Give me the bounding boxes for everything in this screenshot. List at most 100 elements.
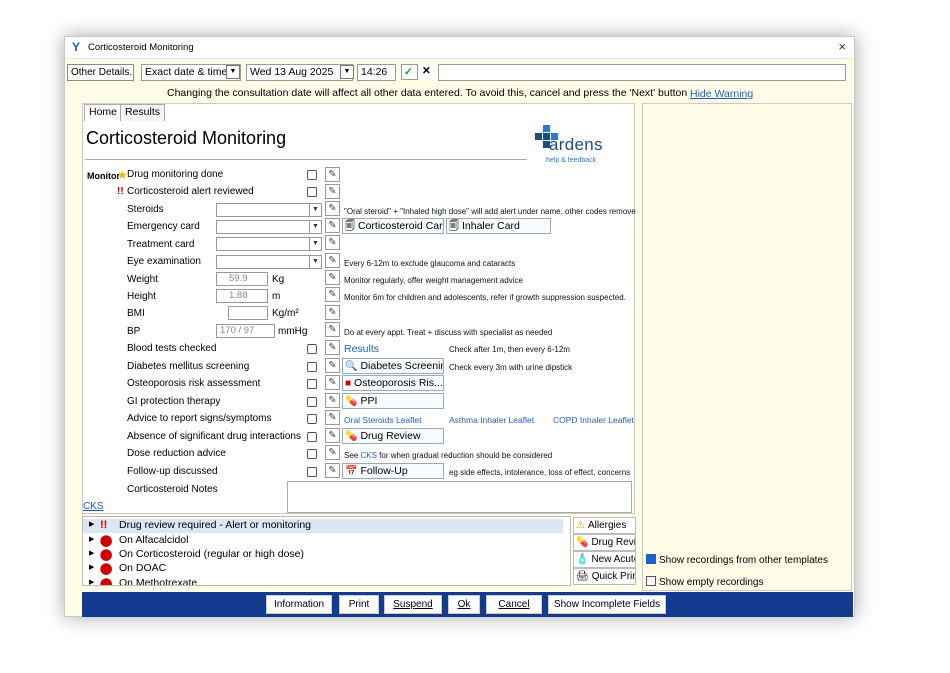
cancel-button[interactable]: Cancel [486,595,542,614]
pencil-icon[interactable]: ✎ [325,184,340,199]
drug-review-side-button[interactable]: 💊Drug Revie [573,534,636,551]
checkbox-unchecked[interactable] [646,576,656,586]
cks-link[interactable]: CKS [83,501,104,512]
bmi-input[interactable] [228,306,268,320]
eye-exam-select[interactable]: ▼ [216,255,322,269]
list-item[interactable]: ▶ ⬤ On Corticosteroid (regular or high dos… [83,548,563,562]
tab-results[interactable]: Results [120,104,166,121]
close-icon[interactable]: × [838,39,846,54]
pencil-icon[interactable]: ✎ [325,235,340,250]
dose-reduction-checkbox[interactable] [307,449,317,459]
quick-print-button[interactable]: 🖨 Quick Prin [573,568,636,585]
alerts-list[interactable]: ▶!! Drug review required - Alert or monit… [82,516,571,586]
corticosteroid-card-button[interactable]: 🗐 Corticosteroid Card [342,218,444,234]
button-label: Drug Revie [591,537,636,548]
information-button[interactable]: Information [266,595,332,614]
follow-up-button[interactable]: 📅 Follow-Up [342,463,444,479]
checkbox-checked[interactable] [646,554,656,564]
asthma-inhaler-leaflet-link[interactable]: Asthma Inhaler Leaflet [449,415,534,425]
expand-icon[interactable]: ▶ [89,549,94,557]
oral-steroids-leaflet-link[interactable]: Oral Steroids Leaflet [344,415,421,425]
pencil-icon[interactable]: ✎ [325,428,340,443]
show-empty-recordings-toggle[interactable]: Show empty recordings [646,576,764,588]
cks-inline-link[interactable]: CKS [360,451,376,460]
copd-inhaler-leaflet-link[interactable]: COPD Inhaler Leaflet [553,415,634,425]
blood-tests-checkbox[interactable] [307,344,317,354]
free-text-input[interactable] [438,64,846,81]
suspend-button[interactable]: Suspend [384,595,442,614]
osteoporosis-checkbox[interactable] [307,379,317,389]
list-item[interactable]: ▶ ⬤ On DOAC [83,562,563,576]
advice-checkbox[interactable] [307,414,317,424]
chevron-down-icon[interactable]: ▼ [226,65,240,79]
row-label: Steroids [127,204,164,215]
diabetes-screening-button[interactable]: 🔍 Diabetes Screening [342,358,444,374]
expand-icon[interactable]: ▶ [89,535,94,543]
treatment-card-select[interactable]: ▼ [216,237,322,251]
date-field[interactable]: Wed 13 Aug 2025 [246,64,353,81]
expand-icon[interactable]: ▶ [89,520,94,528]
ok-button[interactable]: Ok [448,595,480,614]
bp-unit: mmHg [278,326,308,337]
pill-icon: 💊 [576,537,589,548]
pencil-icon[interactable]: ✎ [325,218,340,233]
weight-input[interactable]: 59.9 [216,272,268,286]
pencil-icon[interactable]: ✎ [325,322,340,337]
gi-checkbox[interactable] [307,397,317,407]
pencil-icon[interactable]: ✎ [325,375,340,390]
follow-up-checkbox[interactable] [307,467,317,477]
pencil-icon[interactable]: ✎ [325,287,340,302]
diabetes-checkbox[interactable] [307,362,317,372]
cancel-date-icon[interactable]: ✕ [419,64,436,80]
alert-icon: ⬤ [100,535,113,547]
pencil-icon[interactable]: ✎ [325,340,340,355]
alert-icon: ⬤ [100,549,113,561]
pencil-icon[interactable]: ✎ [325,201,340,216]
alert-text: Drug review required - Alert or monitori… [119,519,311,531]
other-details-button[interactable]: Other Details... [67,64,134,81]
height-input[interactable]: 1.88 [216,289,268,303]
bp-input[interactable]: 170 / 97 [216,324,275,338]
pencil-icon[interactable]: ✎ [325,410,340,425]
interactions-checkbox[interactable] [307,432,317,442]
list-item[interactable]: ▶ ⬤ On Methotrexate [83,577,563,585]
drug-monitoring-checkbox[interactable] [307,170,317,180]
ardens-wordmark: ardens [549,135,603,154]
confirm-date-icon[interactable]: ✓ [401,64,418,80]
date-picker-icon[interactable]: ▼ [340,65,354,79]
pencil-icon[interactable]: ✎ [325,253,340,268]
toggle-label: Show recordings from other templates [659,555,828,566]
ppi-button[interactable]: 💊 PPI [342,393,444,409]
time-field[interactable]: 14:26 [357,64,396,81]
allergies-button[interactable]: ⚠ Allergies [573,517,636,534]
print-button[interactable]: Print [339,595,379,614]
new-acute-button[interactable]: 🧴 New Acute [573,551,636,568]
list-item[interactable]: ▶!! Drug review required - Alert or monit… [83,519,563,533]
results-link[interactable]: Results [344,343,379,355]
expand-icon[interactable]: ▶ [89,563,94,571]
help-feedback-link[interactable]: help & feedback [546,157,596,164]
inhaler-card-button[interactable]: 🗐 Inhaler Card [446,218,551,234]
ardens-logo[interactable]: ardens help & feedback [535,125,613,167]
alert-reviewed-checkbox[interactable] [307,187,317,197]
steroids-select[interactable]: ▼ [216,203,322,217]
pencil-icon[interactable]: ✎ [325,358,340,373]
pencil-icon[interactable]: ✎ [325,167,340,182]
list-item[interactable]: ▶ ⬤ On Alfacalcidol [83,534,563,548]
osteoporosis-risk-button[interactable]: ■ Osteoporosis Ris... [342,375,444,391]
pencil-icon[interactable]: ✎ [325,463,340,478]
drug-review-button[interactable]: 💊 Drug Review [342,428,444,444]
tab-home[interactable]: Home [84,104,123,121]
document-icon: 🗐 [345,221,355,232]
pencil-icon[interactable]: ✎ [325,305,340,320]
expand-icon[interactable]: ▶ [89,578,94,585]
show-other-templates-toggle[interactable]: Show recordings from other templates [646,554,828,566]
pencil-icon[interactable]: ✎ [325,445,340,460]
notes-textarea[interactable] [287,481,632,513]
hide-warning-link[interactable]: Hide Warning [690,88,753,100]
pencil-icon[interactable]: ✎ [325,270,340,285]
alert-icon: ⬤ [100,563,113,575]
emergency-card-select[interactable]: ▼ [216,220,322,234]
pencil-icon[interactable]: ✎ [325,393,340,408]
show-incomplete-fields-button[interactable]: Show Incomplete Fields [548,595,666,614]
